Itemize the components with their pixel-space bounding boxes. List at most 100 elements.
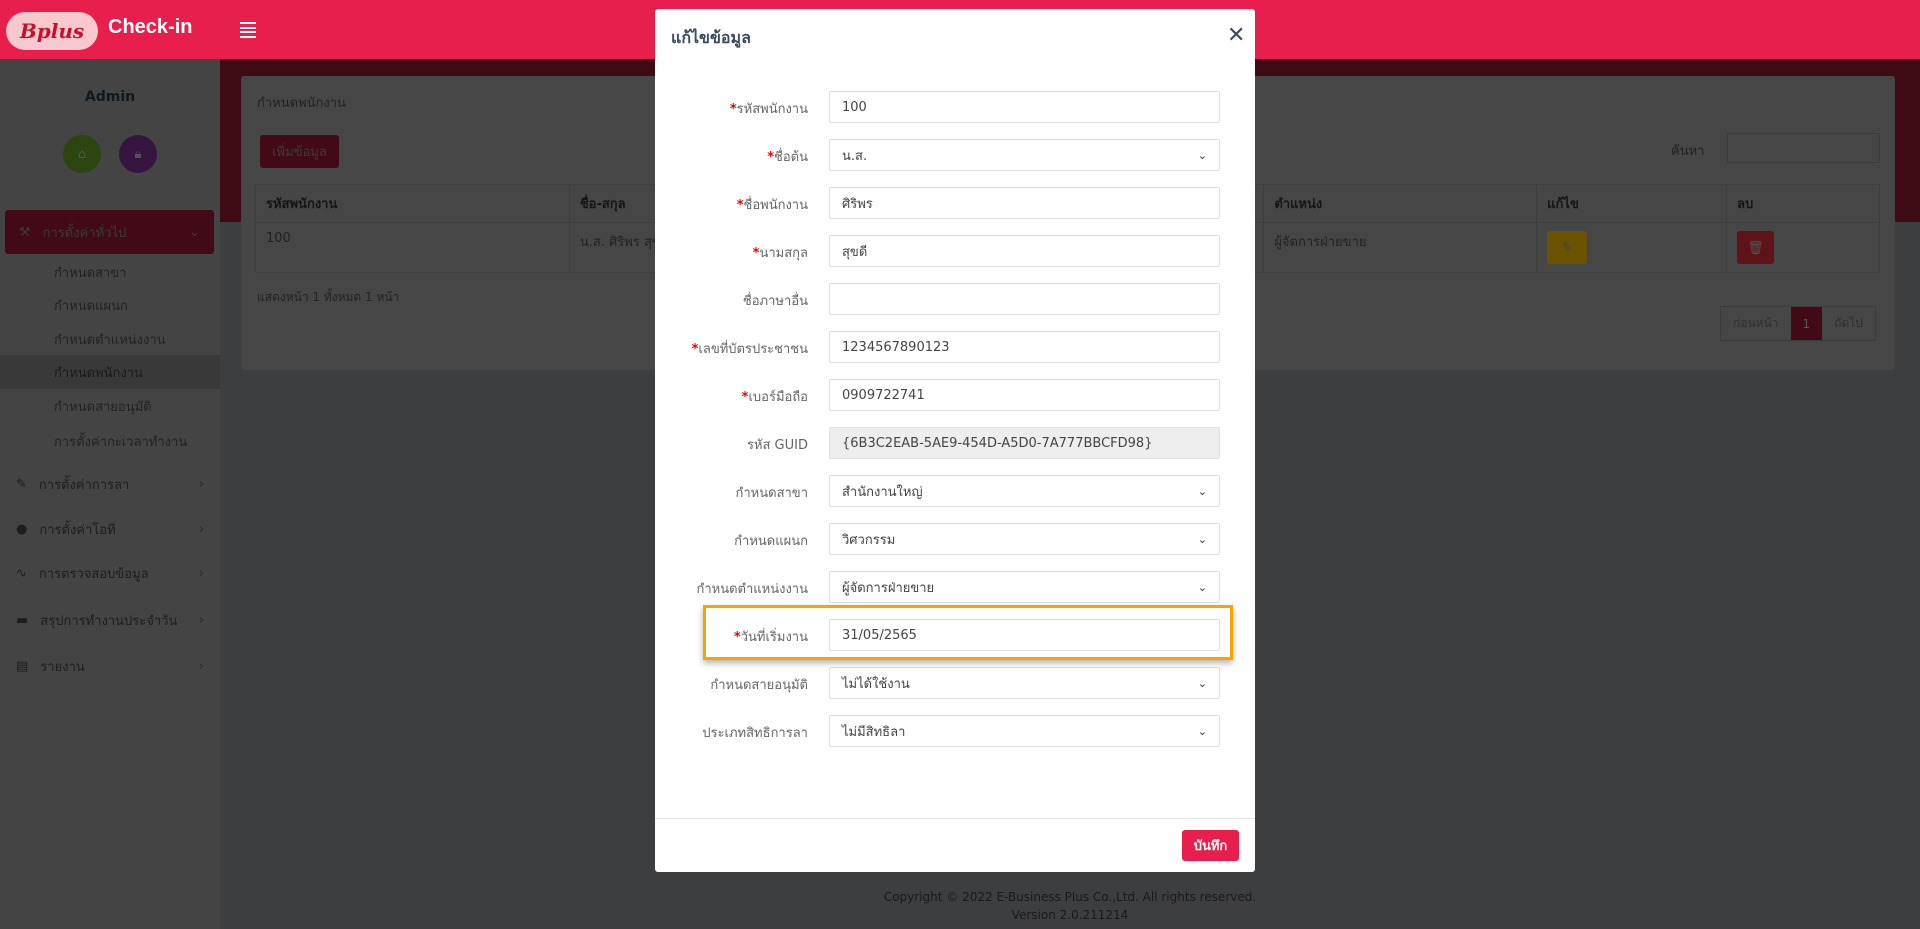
sidebar-group[interactable]: ▬ สรุปการทำงานประจำวัน › (0, 600, 220, 640)
col-code[interactable]: รหัสพนักงาน (255, 184, 570, 223)
chevron-down-icon: ⌄ (1197, 724, 1207, 738)
form-row: ประเภทสิทธิการลา ไม่มีสิทธิลา ⌄ (655, 715, 1255, 747)
field-label: *เบอร์มือถือ (741, 390, 808, 405)
form-row: *นามสกุล สุขดี (655, 235, 1255, 267)
prev-page[interactable]: ก่อนหน้า (1721, 307, 1791, 340)
clock-icon: ● (16, 521, 28, 537)
sidebar-group-general[interactable]: ⚒ การตั้งค่าทั่วไป ⌄ (5, 210, 214, 254)
home-icon[interactable]: ⌂ (63, 135, 101, 173)
field-label: *นามสกุล (752, 246, 808, 261)
chevron-right-icon: › (198, 565, 204, 581)
chevron-right-icon: › (198, 612, 204, 628)
form-row: กำหนดตำแหน่งงาน ผู้จัดการฝ่ายขาย ⌄ (655, 571, 1255, 603)
form-row: *วันที่เริ่มงาน 31/05/2565 (655, 619, 1255, 651)
pulse-icon: ∿ (16, 565, 27, 581)
form-row: *ชื่อต้น น.ส. ⌄ (655, 139, 1255, 171)
menu-toggle-icon[interactable] (240, 22, 256, 38)
chevron-down-icon: ⌄ (1197, 676, 1207, 690)
form-row: ชื่อภาษาอื่น (655, 283, 1255, 315)
sidebar-group[interactable]: ● การตั้งค่าโอที › (0, 509, 220, 549)
tools-icon: ⚒ (19, 224, 31, 240)
field-label: รหัส GUID (746, 438, 808, 453)
field-label: *ชื่อพนักงาน (736, 198, 808, 213)
field-input[interactable]: 1234567890123 (829, 331, 1220, 363)
footer: Copyright © 2022 E-Business Plus Co.,Ltd… (883, 890, 1257, 922)
edit-icon: ✎ (16, 476, 27, 492)
form-row: *เบอร์มือถือ 0909722741 (655, 379, 1255, 411)
chevron-down-icon: ⌄ (1197, 148, 1207, 162)
chevron-right-icon: › (198, 521, 204, 537)
search-label: ค้นหา (1671, 144, 1705, 159)
form-row: *เลขที่บัตรประชาชน 1234567890123 (655, 331, 1255, 363)
field-label: กำหนดสายอนุมัติ (710, 678, 808, 693)
file-icon: ▤ (16, 658, 29, 674)
calendar-icon: ▬ (16, 612, 29, 628)
search-input[interactable] (1727, 133, 1880, 163)
add-button[interactable]: เพิ่มข้อมูล (260, 135, 339, 168)
modal-title: แก้ไขข้อมูล (671, 28, 751, 47)
lock-icon[interactable]: 🔒︎ (119, 135, 157, 173)
col-delete[interactable]: ลบ (1726, 184, 1880, 223)
field-select[interactable]: ไม่ได้ใช้งาน ⌄ (829, 667, 1220, 699)
sidebar-group[interactable]: ✎ การตั้งค่าการลา › (0, 464, 220, 504)
field-label: ชื่อภาษาอื่น (742, 294, 808, 309)
page-info: แสดงหน้า 1 ทั้งหมด 1 หน้า (257, 290, 400, 304)
sidebar-group[interactable]: ▤ รายงาน › (0, 646, 220, 686)
form-row: กำหนดแผนก วิศวกรรม ⌄ (655, 523, 1255, 555)
sidebar: Admin ⌂ 🔒︎ ⚒ การตั้งค่าทั่วไป ⌄ กำหนดสาข… (0, 59, 220, 929)
field-select[interactable]: สำนักงานใหญ่ ⌄ (829, 475, 1220, 507)
sidebar-subitem[interactable]: กำหนดตำแหน่งงาน (0, 322, 220, 356)
chevron-right-icon: › (198, 476, 204, 492)
field-label: *ชื่อต้น (767, 150, 808, 165)
required-marker: * (729, 102, 737, 117)
field-input[interactable]: สุขดี (829, 235, 1220, 267)
delete-button[interactable]: 🗑︎ (1737, 231, 1775, 264)
field-input[interactable] (829, 283, 1220, 315)
edit-button[interactable]: ✎ (1547, 231, 1588, 264)
edit-modal: แก้ไขข้อมูล ✕ *รหัสพนักงาน 100 *ชื่อต้น น.ส… (655, 9, 1255, 872)
save-button[interactable]: บันทึก (1182, 830, 1239, 861)
pagination: ก่อนหน้า 1 ถัดไป (1720, 306, 1876, 341)
sidebar-subitem[interactable]: การตั้งค่ากะเวลาทำงาน (0, 424, 220, 458)
field-input[interactable]: ศิริพร (829, 187, 1220, 219)
chevron-down-icon: ⌄ (189, 224, 200, 240)
field-select[interactable]: วิศวกรรม ⌄ (829, 523, 1220, 555)
app-name: Check-in (108, 16, 193, 38)
field-select[interactable]: น.ส. ⌄ (829, 139, 1220, 171)
field-label: กำหนดแผนก (734, 534, 808, 549)
field-input[interactable]: 100 (829, 91, 1220, 123)
next-page[interactable]: ถัดไป (1822, 307, 1875, 340)
required-marker: * (733, 630, 741, 645)
sidebar-subitem[interactable]: กำหนดแผนก (0, 288, 220, 322)
sidebar-subitem[interactable]: กำหนดสาขา (0, 255, 220, 289)
page-1[interactable]: 1 (1790, 307, 1823, 340)
field-label: *เลขที่บัตรประชาชน (691, 342, 808, 357)
form-row: *ชื่อพนักงาน ศิริพร (655, 187, 1255, 219)
form-row: กำหนดสายอนุมัติ ไม่ได้ใช้งาน ⌄ (655, 667, 1255, 699)
chevron-right-icon: › (198, 658, 204, 674)
bplus-logo: Bplus (6, 12, 98, 50)
required-marker: * (736, 198, 744, 213)
page-title: กำหนดพนักงาน (257, 96, 346, 111)
user-name: Admin (84, 89, 136, 105)
field-label: *รหัสพนักงาน (729, 102, 808, 117)
field-label: ประเภทสิทธิการลา (702, 726, 808, 741)
sidebar-subitem[interactable]: กำหนดสายอนุมัติ (0, 389, 220, 423)
field-select[interactable]: ผู้จัดการฝ่ายขาย ⌄ (829, 571, 1220, 603)
col-edit[interactable]: แก้ไข (1536, 184, 1728, 223)
chevron-down-icon: ⌄ (1197, 484, 1207, 498)
field-input[interactable]: 0909722741 (829, 379, 1220, 411)
field-label: กำหนดสาขา (735, 486, 809, 501)
field-input: {6B3C2EAB-5AE9-454D-A5D0-7A777BBCFD98} (829, 427, 1220, 459)
form-row: รหัส GUID {6B3C2EAB-5AE9-454D-A5D0-7A777B… (655, 427, 1255, 459)
field-select[interactable]: ไม่มีสิทธิลา ⌄ (829, 715, 1220, 747)
sidebar-subitem[interactable]: กำหนดพนักงาน (0, 355, 220, 389)
field-input[interactable]: 31/05/2565 (829, 619, 1220, 651)
chevron-down-icon: ⌄ (1197, 580, 1207, 594)
close-icon[interactable]: ✕ (1227, 23, 1245, 48)
sidebar-group[interactable]: ∿ การตรวจสอบข้อมูล › (0, 553, 220, 593)
col-position[interactable]: ตำแหน่ง (1263, 184, 1538, 223)
required-marker: * (767, 150, 775, 165)
divider (655, 818, 1255, 819)
form-row: *รหัสพนักงาน 100 (655, 91, 1255, 123)
